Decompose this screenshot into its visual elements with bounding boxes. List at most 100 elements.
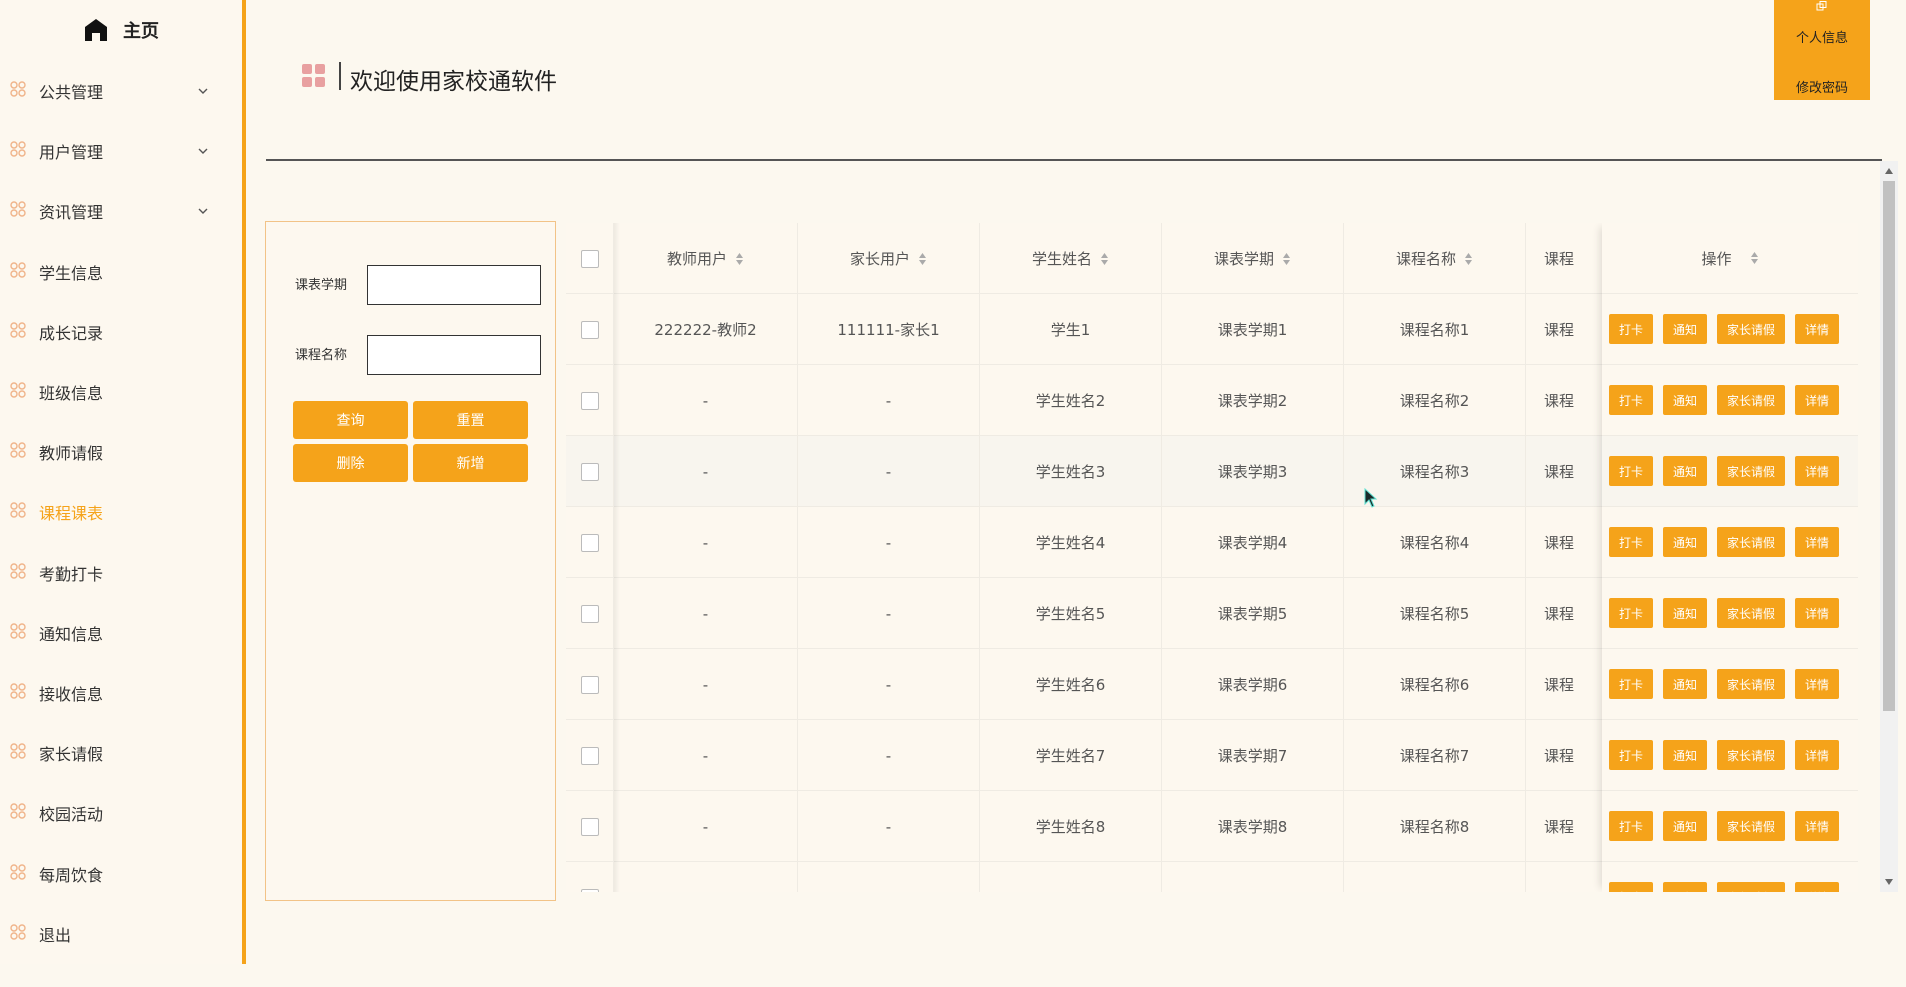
detail-button[interactable]: 详情 xyxy=(1795,811,1839,841)
sidebar-item-8[interactable]: 考勤打卡 xyxy=(0,551,242,591)
checkin-button[interactable]: 打卡 xyxy=(1609,669,1653,699)
parent-leave-button[interactable]: 家长请假 xyxy=(1717,882,1785,892)
row-checkbox[interactable] xyxy=(580,391,599,410)
row-checkbox[interactable] xyxy=(580,533,599,552)
row-checkbox-cell xyxy=(566,578,614,649)
change-password-menu-item[interactable]: 修改密码 xyxy=(1774,77,1870,96)
checkin-button[interactable]: 打卡 xyxy=(1609,598,1653,628)
sidebar-item-13[interactable]: 每周饮食 xyxy=(0,852,242,892)
sidebar-home[interactable]: 主页 xyxy=(0,0,242,60)
notify-button[interactable]: 通知 xyxy=(1663,527,1707,557)
checkin-button[interactable]: 打卡 xyxy=(1609,882,1653,892)
sidebar-item-12[interactable]: 校园活动 xyxy=(0,791,242,831)
sidebar-item-11[interactable]: 家长请假 xyxy=(0,731,242,771)
term-input[interactable] xyxy=(367,265,541,305)
menu-grid-icon xyxy=(10,322,26,338)
row-checkbox[interactable] xyxy=(580,320,599,339)
query-button[interactable]: 查询 xyxy=(293,401,408,439)
sidebar: 主页 公共管理用户管理资讯管理学生信息成长记录班级信息教师请假课程课表考勤打卡通… xyxy=(0,0,246,964)
checkin-button[interactable]: 打卡 xyxy=(1609,314,1653,344)
detail-button[interactable]: 详情 xyxy=(1795,882,1839,892)
table-cell: 课程 xyxy=(1526,649,1606,720)
select-all-checkbox[interactable] xyxy=(580,249,599,268)
sidebar-item-3[interactable]: 学生信息 xyxy=(0,250,242,290)
add-button[interactable]: 新增 xyxy=(413,444,528,482)
checkin-button[interactable]: 打卡 xyxy=(1609,385,1653,415)
row-checkbox[interactable] xyxy=(580,888,599,892)
notify-button[interactable]: 通知 xyxy=(1663,314,1707,344)
checkin-button[interactable]: 打卡 xyxy=(1609,811,1653,841)
vertical-scrollbar[interactable] xyxy=(1880,161,1898,892)
sort-icon[interactable] xyxy=(918,252,927,266)
column-header[interactable]: 学生姓名 xyxy=(980,223,1162,294)
detail-button[interactable]: 详情 xyxy=(1795,669,1839,699)
sidebar-item-10[interactable]: 接收信息 xyxy=(0,671,242,711)
sidebar-item-6[interactable]: 教师请假 xyxy=(0,430,242,470)
parent-leave-button[interactable]: 家长请假 xyxy=(1717,527,1785,557)
table-cell-text: - xyxy=(885,675,892,694)
sidebar-item-4[interactable]: 成长记录 xyxy=(0,310,242,350)
column-header[interactable]: 教师用户 xyxy=(614,223,798,294)
sort-icon[interactable] xyxy=(1750,251,1759,265)
sort-icon[interactable] xyxy=(1464,252,1473,266)
reset-button[interactable]: 重置 xyxy=(413,401,528,439)
delete-button[interactable]: 删除 xyxy=(293,444,408,482)
course-name-input[interactable] xyxy=(367,335,541,375)
scroll-down-arrow-icon[interactable] xyxy=(1885,879,1893,885)
notify-button[interactable]: 通知 xyxy=(1663,456,1707,486)
column-header[interactable]: 家长用户 xyxy=(798,223,980,294)
checkin-button[interactable]: 打卡 xyxy=(1609,456,1653,486)
operations-cell: 打卡通知家长请假详情 xyxy=(1602,720,1858,791)
parent-leave-button[interactable]: 家长请假 xyxy=(1717,598,1785,628)
row-checkbox[interactable] xyxy=(580,675,599,694)
parent-leave-button[interactable]: 家长请假 xyxy=(1717,811,1785,841)
menu-grid-icon xyxy=(10,803,26,820)
row-checkbox[interactable] xyxy=(580,746,599,765)
notify-button[interactable]: 通知 xyxy=(1663,669,1707,699)
detail-button[interactable]: 详情 xyxy=(1795,385,1839,415)
checkin-button[interactable]: 打卡 xyxy=(1609,527,1653,557)
notify-button[interactable]: 通知 xyxy=(1663,385,1707,415)
table-cell-text: 课程 xyxy=(1544,392,1575,410)
parent-leave-button[interactable]: 家长请假 xyxy=(1717,314,1785,344)
operations-cell: 打卡通知家长请假详情 xyxy=(1602,862,1858,892)
row-checkbox[interactable] xyxy=(580,817,599,836)
column-header[interactable]: 课程名称 xyxy=(1344,223,1526,294)
detail-button[interactable]: 详情 xyxy=(1795,456,1839,486)
notify-button[interactable]: 通知 xyxy=(1663,598,1707,628)
sidebar-item-2[interactable]: 资讯管理 xyxy=(0,189,242,229)
row-checkbox[interactable] xyxy=(580,462,599,481)
scrollbar-thumb[interactable] xyxy=(1883,181,1895,711)
sidebar-item-7[interactable]: 课程课表 xyxy=(0,490,242,530)
parent-leave-button[interactable]: 家长请假 xyxy=(1717,385,1785,415)
menu-grid-icon xyxy=(10,201,26,218)
checkin-button[interactable]: 打卡 xyxy=(1609,740,1653,770)
detail-button[interactable]: 详情 xyxy=(1795,314,1839,344)
column-header[interactable]: 课表学期 xyxy=(1162,223,1344,294)
notify-button[interactable]: 通知 xyxy=(1663,811,1707,841)
row-checkbox[interactable] xyxy=(580,604,599,623)
detail-button[interactable]: 详情 xyxy=(1795,527,1839,557)
detail-button[interactable]: 详情 xyxy=(1795,740,1839,770)
sidebar-item-0[interactable]: 公共管理 xyxy=(0,69,242,109)
notify-button[interactable]: 通知 xyxy=(1663,882,1707,892)
column-header[interactable]: 课程 xyxy=(1526,223,1606,294)
scroll-up-arrow-icon[interactable] xyxy=(1885,168,1893,174)
parent-leave-button[interactable]: 家长请假 xyxy=(1717,669,1785,699)
sort-icon[interactable] xyxy=(1100,252,1109,266)
detail-button[interactable]: 详情 xyxy=(1795,598,1839,628)
profile-menu-item[interactable]: 个人信息 xyxy=(1774,27,1870,46)
sidebar-item-1[interactable]: 用户管理 xyxy=(0,129,242,169)
table-cell: 课表学期6 xyxy=(1162,649,1344,720)
table-cell: 学生姓名3 xyxy=(980,436,1162,507)
sort-icon[interactable] xyxy=(735,252,744,266)
sort-icon[interactable] xyxy=(1282,252,1291,266)
table-cell: 课表学期4 xyxy=(1162,507,1344,578)
sidebar-item-label: 每周饮食 xyxy=(39,865,104,885)
notify-button[interactable]: 通知 xyxy=(1663,740,1707,770)
sidebar-item-9[interactable]: 通知信息 xyxy=(0,611,242,651)
parent-leave-button[interactable]: 家长请假 xyxy=(1717,456,1785,486)
sidebar-item-14[interactable]: 退出 xyxy=(0,912,242,952)
parent-leave-button[interactable]: 家长请假 xyxy=(1717,740,1785,770)
sidebar-item-5[interactable]: 班级信息 xyxy=(0,370,242,410)
